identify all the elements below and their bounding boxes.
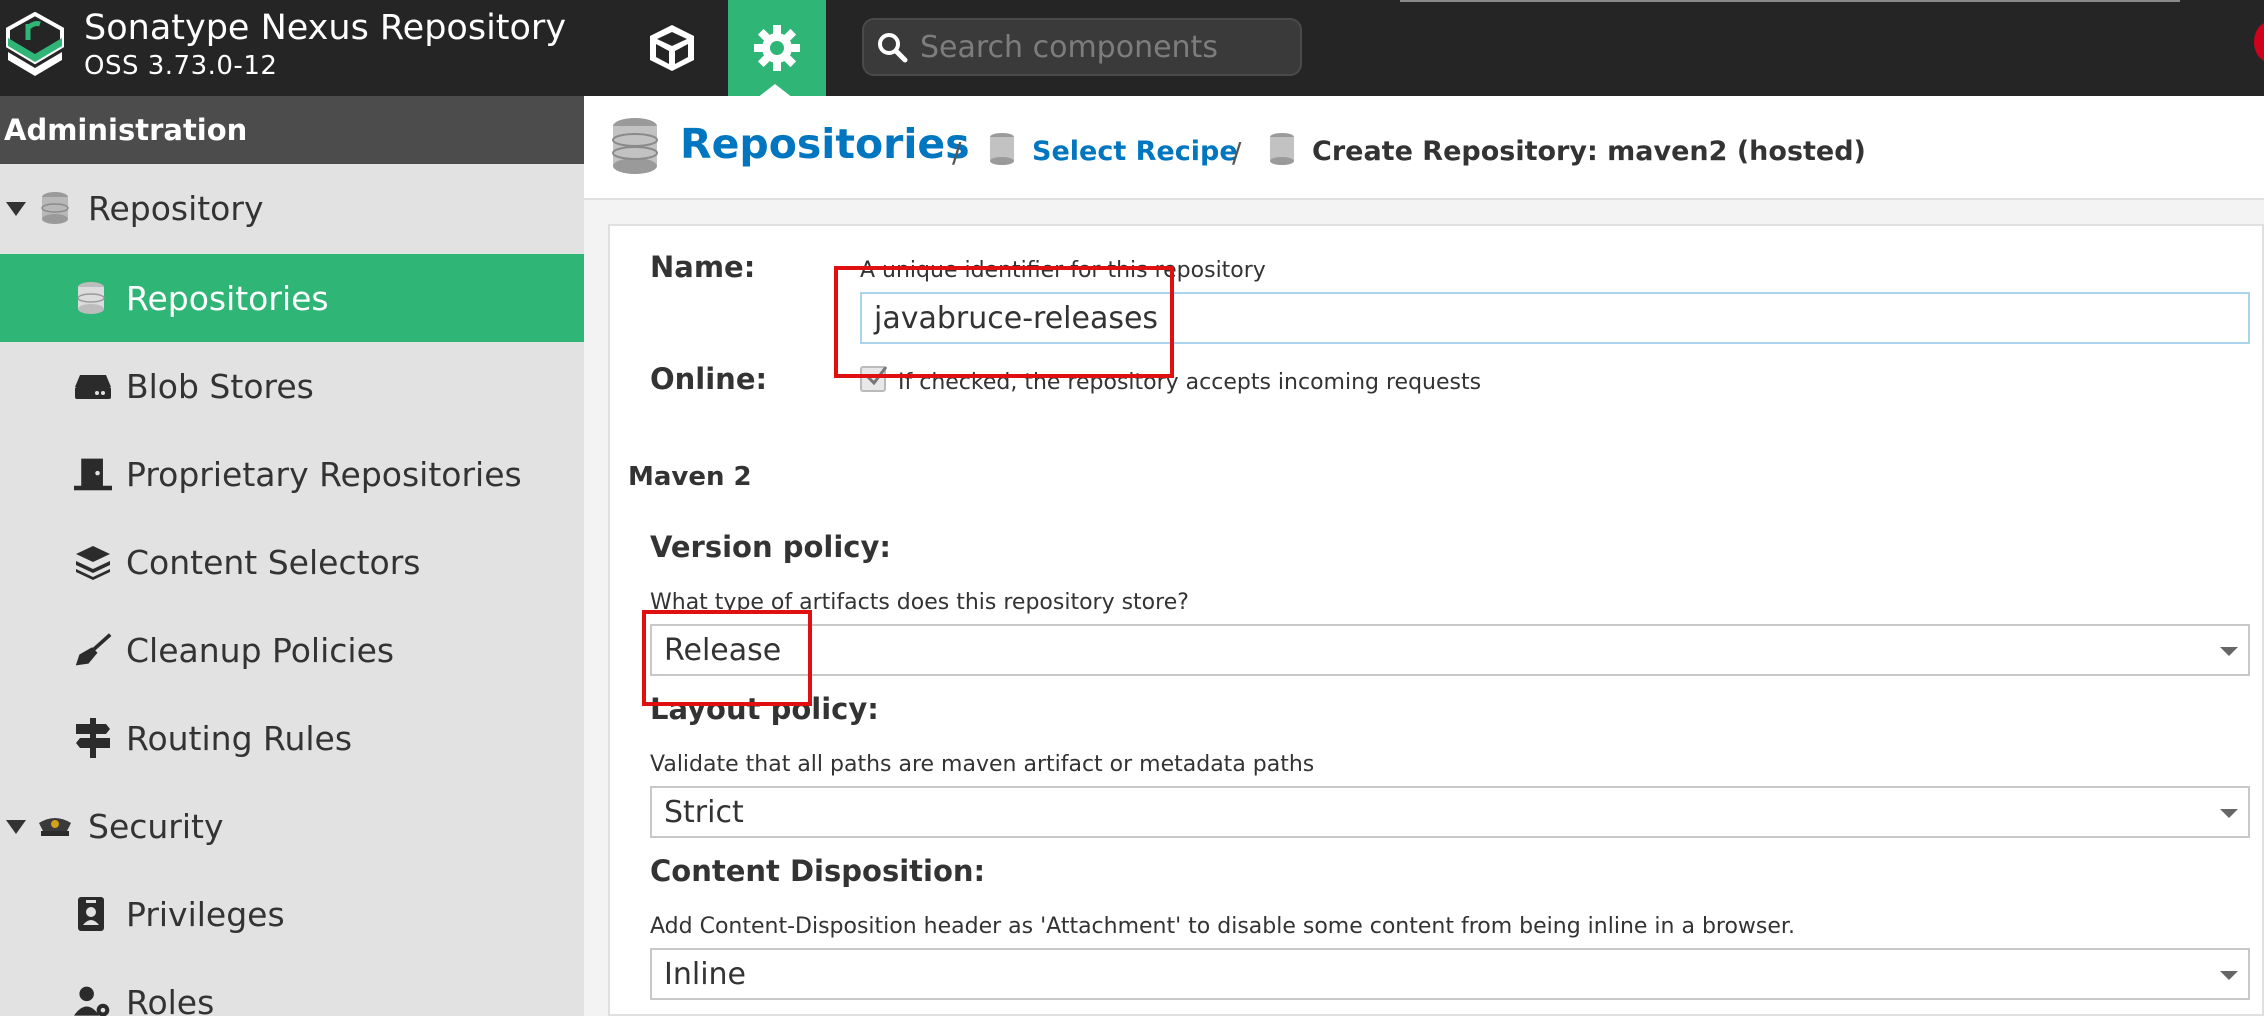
name-help-text: A unique identifier for this repository [860, 258, 1266, 283]
main-content: Repositories / Select Recipe / Create Re… [584, 96, 2264, 1016]
sidebar-item-content-selectors[interactable]: Content Selectors [0, 518, 584, 606]
breadcrumb-separator: / [952, 136, 962, 169]
sidebar-item-label: Repositories [126, 278, 329, 318]
breadcrumb-current: Create Repository: maven2 (hosted) [1312, 136, 1866, 167]
version-policy-help-text: What type of artifacts does this reposit… [650, 590, 1189, 615]
layout-policy-select[interactable]: Strict [650, 786, 2250, 838]
name-label: Name: [650, 250, 756, 284]
checkmark-icon [866, 366, 888, 386]
broom-icon [74, 631, 112, 669]
sidebar-item-label: Routing Rules [126, 718, 353, 758]
sidebar-item-routing-rules[interactable]: Routing Rules [0, 694, 584, 782]
sidebar-item-security[interactable]: Security [0, 782, 584, 870]
sidebar-item-label: Blob Stores [126, 366, 314, 406]
sidebar-item-blob-stores[interactable]: Blob Stores [0, 342, 584, 430]
breadcrumb: Repositories / Select Recipe / Create Re… [584, 96, 2264, 200]
layout-policy-value: Strict [664, 794, 744, 830]
database-icon [988, 132, 1016, 170]
chevron-down-icon[interactable] [6, 202, 26, 216]
sidebar-item-label: Roles [126, 982, 215, 1016]
chevron-down-icon[interactable] [2220, 809, 2238, 818]
sidebar-item-repositories[interactable]: Repositories [0, 254, 584, 342]
signpost-icon [74, 718, 112, 758]
online-help-text: If checked, the repository accepts incom… [898, 370, 1482, 395]
sidebar-item-roles[interactable]: Roles [0, 958, 584, 1016]
database-icon [610, 116, 660, 180]
sidebar-item-proprietary-repositories[interactable]: Proprietary Repositories [0, 430, 584, 518]
create-repository-form: Name: A unique identifier for this repos… [608, 224, 2264, 1016]
cube-icon [650, 25, 694, 71]
online-label: Online: [650, 362, 768, 396]
admin-sidebar: Administration Repository Repositories B… [0, 96, 584, 1016]
browse-nav-button[interactable] [622, 0, 722, 96]
database-icon [36, 189, 74, 227]
content-disposition-value: Inline [664, 956, 747, 992]
search-components-input[interactable]: Search components [862, 18, 1302, 76]
user-gear-icon [74, 983, 112, 1016]
top-divider [1400, 0, 2180, 2]
sidebar-item-label: Privileges [126, 894, 285, 934]
chevron-down-icon[interactable] [2220, 647, 2238, 656]
brand-version: OSS 3.73.0-12 [84, 51, 278, 81]
top-bar: Sonatype Nexus Repository OSS 3.73.0-12 [0, 0, 2264, 98]
sidebar-item-label: Cleanup Policies [126, 630, 395, 670]
layers-icon [74, 543, 112, 581]
search-icon [878, 33, 908, 63]
sidebar-item-label: Proprietary Repositories [126, 454, 522, 494]
breadcrumb-separator: / [1232, 136, 1242, 169]
sidebar-item-repository[interactable]: Repository [0, 164, 584, 252]
police-hat-icon [36, 807, 74, 845]
search-placeholder: Search components [920, 29, 1218, 65]
content-disposition-label: Content Disposition: [650, 854, 986, 888]
online-checkbox[interactable] [860, 366, 888, 392]
version-policy-select[interactable]: Release [650, 624, 2250, 676]
sidebar-header: Administration [0, 96, 584, 164]
nexus-logo-icon[interactable] [4, 11, 66, 78]
chevron-down-icon[interactable] [6, 820, 26, 834]
layout-policy-label: Layout policy: [650, 692, 879, 726]
sidebar-item-label: Security [88, 806, 224, 846]
notification-indicator[interactable] [2254, 22, 2264, 62]
database-icon [1268, 132, 1296, 170]
hard-drive-icon [74, 367, 112, 405]
sidebar-item-label: Content Selectors [126, 542, 421, 582]
breadcrumb-select-recipe-link[interactable]: Select Recipe [1032, 136, 1238, 167]
version-policy-value: Release [664, 632, 782, 668]
chevron-down-icon[interactable] [2220, 971, 2238, 980]
name-input[interactable]: javabruce-releases [860, 292, 2250, 344]
sidebar-item-cleanup-policies[interactable]: Cleanup Policies [0, 606, 584, 694]
gear-icon [754, 25, 800, 71]
content-disposition-select[interactable]: Inline [650, 948, 2250, 1000]
breadcrumb-repositories-link[interactable]: Repositories [680, 120, 970, 168]
administration-nav-button[interactable] [728, 0, 826, 96]
maven2-section-title: Maven 2 [628, 462, 752, 492]
sidebar-item-label: Repository [88, 188, 264, 228]
content-disposition-help-text: Add Content-Disposition header as 'Attac… [650, 914, 1795, 939]
layout-policy-help-text: Validate that all paths are maven artifa… [650, 752, 1315, 777]
version-policy-label: Version policy: [650, 530, 891, 564]
id-badge-icon [72, 895, 110, 933]
door-icon [74, 455, 112, 493]
database-icon [72, 279, 110, 317]
sidebar-item-privileges[interactable]: Privileges [0, 870, 584, 958]
brand-title: Sonatype Nexus Repository [84, 8, 567, 48]
